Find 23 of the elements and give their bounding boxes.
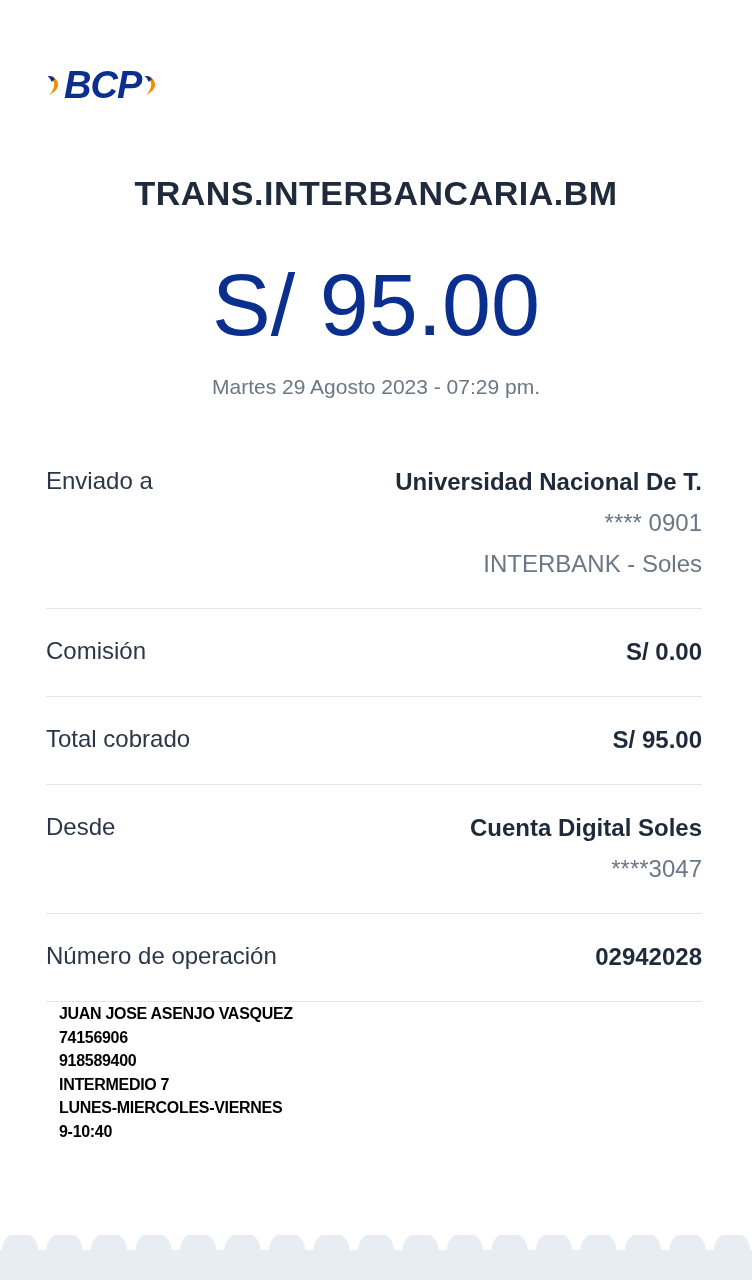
detail-value: 02942028	[595, 942, 702, 972]
detail-label: Desde	[46, 812, 116, 842]
date-time: Martes 29 Agosto 2023 - 07:29 pm.	[210, 375, 541, 399]
detail-label: Número de operación	[46, 941, 277, 971]
bank-logo: BCP	[46, 66, 160, 104]
detail-label: Enviado a	[46, 466, 153, 496]
note-line: LUNES-MIERCOLES-VIERNES	[59, 1098, 284, 1118]
note-line: INTERMEDIO 7	[59, 1074, 171, 1095]
detail-value: Cuenta Digital Soles	[469, 813, 702, 843]
detail-value: S/ 0.00	[625, 637, 702, 667]
note-line: 9-10:40	[59, 1121, 114, 1142]
detail-value: **** 0901	[604, 508, 702, 538]
detail-value: ****3047	[611, 854, 702, 884]
detail-value: S/ 95.00	[612, 725, 702, 755]
note-line: JUAN JOSE ASENJO VASQUEZ	[59, 1004, 294, 1024]
note-line: 918589400	[59, 1051, 138, 1071]
detail-value: INTERBANK - Soles	[483, 549, 702, 579]
detail-label: Comisión	[46, 636, 147, 666]
note-line: 74156906	[59, 1027, 129, 1048]
detail-label: Total cobrado	[46, 724, 191, 754]
amount: S/ 95.00	[211, 255, 541, 355]
transaction-title: TRANS.INTERBANCARIA.BM	[133, 174, 619, 213]
detail-value: Universidad Nacional De T.	[395, 467, 702, 497]
